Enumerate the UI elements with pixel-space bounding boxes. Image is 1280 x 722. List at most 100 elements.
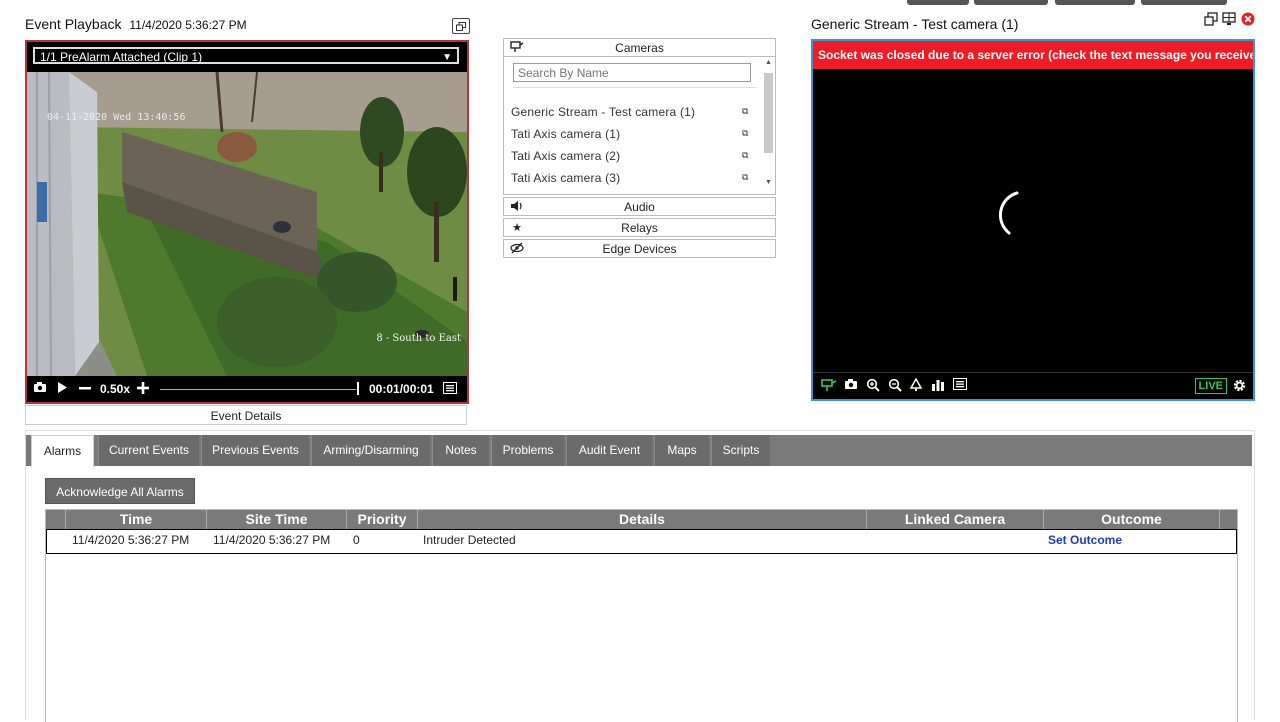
edge-devices-header-label: Edge Devices	[602, 242, 677, 256]
edge-devices-header[interactable]: Edge Devices	[503, 239, 776, 258]
playback-video-frame: 1/1 PreAlarm Attached (Clip 1) ▼ 04-11-2…	[25, 40, 469, 404]
column-header-site-time[interactable]: Site Time	[207, 510, 347, 529]
close-icon[interactable]	[1241, 12, 1255, 29]
details-list-icon[interactable]	[443, 382, 457, 397]
relays-header-label: Relays	[621, 221, 658, 235]
gear-icon[interactable]	[1231, 378, 1247, 394]
playback-time: 00:01/00:01	[369, 382, 434, 396]
column-header-details[interactable]: Details	[418, 510, 867, 529]
monitor-icon[interactable]	[1222, 12, 1236, 29]
faster-icon[interactable]	[137, 382, 149, 397]
search-divider	[513, 87, 757, 88]
playback-video[interactable]: 04-11-2020 Wed 13:40:56 8 - South to Eas…	[27, 72, 467, 376]
audio-header[interactable]: Audio	[503, 197, 776, 216]
clip-select[interactable]: 1/1 PreAlarm Attached (Clip 1) ▼	[33, 47, 459, 64]
live-controls: LIVE	[813, 372, 1253, 399]
tab-problems[interactable]: Problems	[491, 435, 564, 466]
chevron-down-icon: ▼	[442, 52, 452, 63]
playback-speed: 0.50x	[100, 382, 131, 396]
top-toolbar-button[interactable]	[1055, 0, 1135, 5]
details-list-icon[interactable]	[952, 378, 968, 394]
tab-scripts[interactable]: Scripts	[711, 435, 770, 466]
cameras-header-label: Cameras	[615, 41, 664, 55]
clip-select-value: 1/1 PreAlarm Attached (Clip 1)	[40, 50, 203, 64]
popout-icon[interactable]: ⧉	[742, 107, 751, 116]
eye-slash-icon	[510, 242, 524, 256]
camera-ptz-icon[interactable]	[821, 378, 837, 394]
camera-list-item[interactable]: Generic Stream - Test camera (1) ⧉	[511, 102, 751, 122]
event-playback-datetime: 11/4/2020 5:36:27 PM	[129, 18, 247, 32]
popout-icon[interactable]: ⧉	[742, 129, 751, 138]
alarms-table-header: Time Site Time Priority Details Linked C…	[46, 510, 1237, 529]
cell-time: 11/4/2020 5:36:27 PM	[72, 533, 190, 547]
play-icon[interactable]	[57, 382, 67, 396]
tab-previous-events[interactable]: Previous Events	[201, 435, 309, 466]
audio-header-label: Audio	[624, 200, 655, 214]
camera-list-item-label: Tati Axis camera (1)	[511, 127, 621, 141]
row-selector-header	[46, 510, 66, 529]
live-stream-window-controls	[1204, 12, 1258, 28]
column-header-priority[interactable]: Priority	[347, 510, 418, 529]
cell-priority: 0	[353, 533, 360, 547]
recycle-icon[interactable]	[908, 377, 924, 394]
cameras-panel: Generic Stream - Test camera (1) ⧉ Tati …	[503, 57, 776, 195]
relays-header[interactable]: ★ Relays	[503, 218, 776, 237]
table-row[interactable]: 11/4/2020 5:36:27 PM 11/4/2020 5:36:27 P…	[46, 529, 1237, 554]
live-stream-title: Generic Stream - Test camera (1)	[811, 16, 1019, 32]
popout-icon[interactable]: ⧉	[742, 151, 751, 160]
zoom-in-icon[interactable]	[865, 378, 881, 394]
camera-list-item[interactable]: Tati Axis camera (3) ⧉	[511, 168, 751, 188]
snapshot-icon[interactable]	[843, 378, 859, 394]
camera-search-input[interactable]	[513, 63, 751, 82]
alarms-table: Time Site Time Priority Details Linked C…	[45, 509, 1238, 722]
tab-arming-disarming[interactable]: Arming/Disarming	[311, 435, 430, 466]
camera-icon	[510, 41, 524, 55]
camera-list-item-label: Tati Axis camera (3)	[511, 171, 621, 185]
live-video-frame[interactable]: Socket was closed due to a server error …	[811, 39, 1255, 401]
tab-current-events[interactable]: Current Events	[98, 435, 199, 466]
scrollbar-thumb[interactable]	[764, 73, 773, 153]
tab-notes[interactable]: Notes	[432, 435, 489, 466]
set-outcome-link[interactable]: Set Outcome	[1048, 530, 1122, 551]
stream-error-banner: Socket was closed due to a server error …	[813, 41, 1253, 69]
column-header-linked-camera[interactable]: Linked Camera	[867, 510, 1044, 529]
video-osd-timestamp: 04-11-2020 Wed 13:40:56	[47, 112, 186, 123]
column-header-time[interactable]: Time	[66, 510, 207, 529]
snapshot-icon[interactable]	[33, 381, 47, 396]
top-toolbar-button[interactable]	[1141, 0, 1227, 5]
camera-list-item-label: Tati Axis camera (2)	[511, 149, 621, 163]
event-playback-title: Event Playback	[25, 16, 122, 32]
camera-list-scrollbar[interactable]: ▲ ▼	[762, 59, 774, 191]
camera-list-item[interactable]: Tati Axis camera (1) ⧉	[511, 124, 751, 144]
slower-icon[interactable]	[79, 382, 91, 397]
top-toolbar-button[interactable]	[907, 0, 969, 5]
star-icon: ★	[512, 222, 522, 234]
popout-icon[interactable]	[452, 18, 470, 34]
event-playback-header: Event Playback 11/4/2020 5:36:27 PM	[25, 16, 247, 32]
bottom-tab-panel: Alarms Current Events Previous Events Ar…	[25, 430, 1255, 722]
event-details-button[interactable]: Event Details	[25, 405, 467, 425]
live-badge[interactable]: LIVE	[1194, 378, 1227, 394]
popout-icon[interactable]: ⧉	[742, 173, 751, 182]
acknowledge-all-alarms-button[interactable]: Acknowledge All Alarms	[45, 478, 195, 504]
playback-timeline-handle[interactable]	[357, 382, 359, 395]
tab-audit-event[interactable]: Audit Event	[566, 435, 652, 466]
playback-controls: 0.50x 00:01/00:01	[27, 376, 467, 402]
top-toolbar-button[interactable]	[974, 0, 1048, 5]
popout-icon[interactable]	[1204, 12, 1218, 29]
playback-timeline[interactable]	[160, 389, 356, 390]
loading-spinner-icon	[991, 189, 1045, 243]
tab-alarms[interactable]: Alarms	[31, 435, 94, 467]
camera-list-item[interactable]: Tati Axis camera (2) ⧉	[511, 146, 751, 166]
video-osd-camera: 8 - South to East	[376, 333, 461, 344]
cameras-header[interactable]: Cameras	[503, 38, 776, 57]
scroll-down-icon[interactable]: ▼	[764, 179, 773, 186]
column-header-outcome[interactable]: Outcome	[1044, 510, 1220, 529]
chart-icon[interactable]	[930, 378, 946, 394]
scroll-up-icon[interactable]: ▲	[764, 59, 773, 66]
zoom-out-icon[interactable]	[887, 378, 903, 394]
speaker-icon	[510, 200, 524, 214]
cell-details: Intruder Detected	[423, 533, 516, 547]
cell-site-time: 11/4/2020 5:36:27 PM	[213, 533, 331, 547]
tab-maps[interactable]: Maps	[654, 435, 709, 466]
